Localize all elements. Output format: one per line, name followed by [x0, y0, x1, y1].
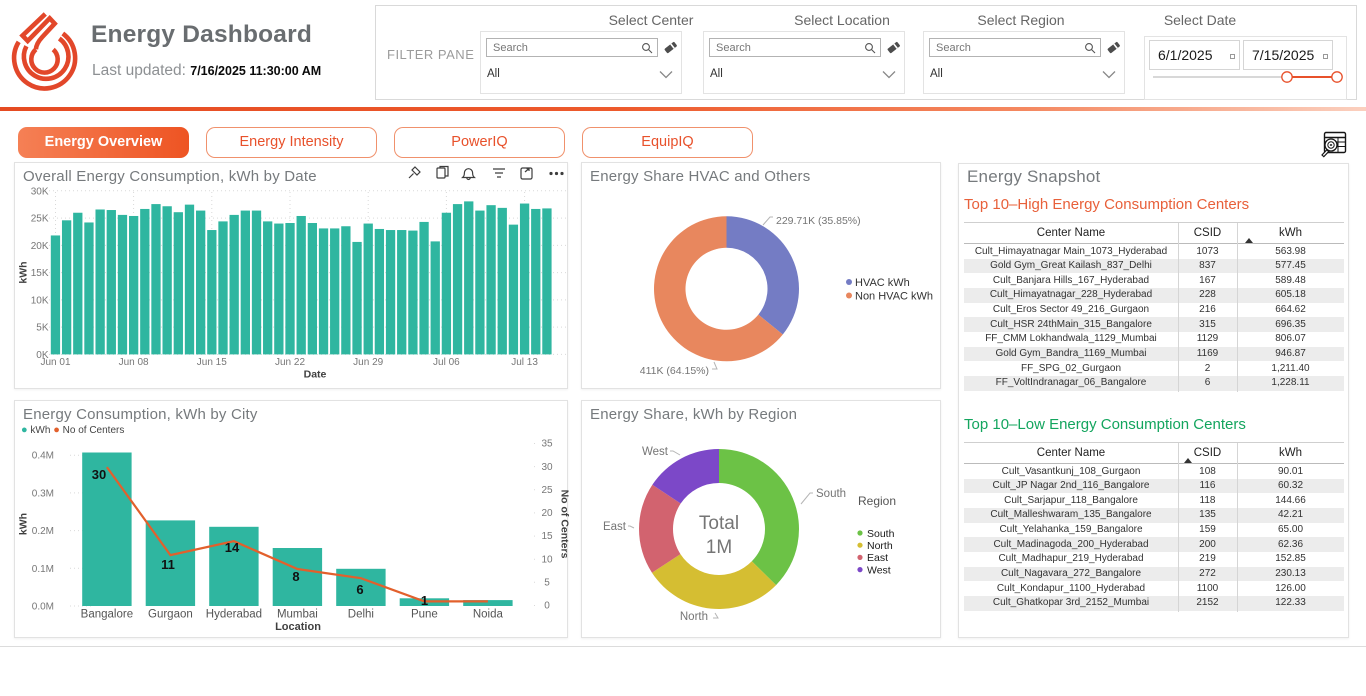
svg-text:Jun 29: Jun 29 [353, 357, 383, 368]
svg-text:30K: 30K [31, 186, 49, 197]
svg-text:6: 6 [356, 582, 363, 597]
svg-text:30: 30 [92, 467, 106, 482]
svg-text:30: 30 [541, 462, 553, 473]
svg-text:Gurgaon: Gurgaon [148, 609, 193, 621]
svg-text:Date: Date [304, 369, 327, 381]
svg-text:Total: Total [699, 513, 739, 534]
svg-text:North: North [680, 611, 708, 623]
svg-text:Pune: Pune [411, 609, 438, 621]
svg-text:Mumbai: Mumbai [277, 609, 318, 621]
svg-text:kWh: kWh [18, 513, 30, 535]
svg-text:West: West [867, 564, 891, 576]
svg-text:8: 8 [292, 569, 299, 584]
svg-text:kWh: kWh [18, 261, 30, 283]
svg-text:Jul 13: Jul 13 [511, 357, 538, 368]
svg-text:East: East [867, 552, 888, 564]
svg-text:Jun 15: Jun 15 [197, 357, 227, 368]
svg-text:South: South [816, 488, 846, 500]
svg-text:15: 15 [541, 531, 553, 542]
svg-text:HVAC kWh: HVAC kWh [855, 277, 910, 289]
svg-text:South: South [867, 528, 895, 540]
svg-text:West: West [642, 446, 669, 458]
svg-text:1M: 1M [706, 537, 732, 558]
svg-text:Noida: Noida [473, 609, 504, 621]
svg-text:Bangalore: Bangalore [81, 609, 133, 621]
svg-text:25K: 25K [31, 214, 49, 225]
svg-text:Jul 06: Jul 06 [433, 357, 460, 368]
svg-text:229.71K (35.85%): 229.71K (35.85%) [776, 215, 861, 227]
svg-text:11: 11 [161, 557, 175, 572]
svg-text:Hyderabad: Hyderabad [206, 609, 262, 621]
svg-text:Jun 22: Jun 22 [275, 357, 305, 368]
svg-text:14: 14 [225, 540, 240, 555]
svg-text:Delhi: Delhi [348, 609, 374, 621]
svg-text:20: 20 [541, 508, 553, 519]
svg-text:10K: 10K [31, 295, 49, 306]
svg-text:0.0M: 0.0M [32, 602, 54, 613]
svg-text:411K (64.15%): 411K (64.15%) [640, 365, 709, 377]
svg-text:North: North [867, 540, 893, 552]
svg-text:25: 25 [541, 485, 553, 496]
svg-text:0.3M: 0.3M [32, 488, 54, 499]
svg-text:10: 10 [541, 554, 553, 565]
svg-text:No of Centers: No of Centers [559, 490, 570, 559]
svg-text:35: 35 [541, 439, 553, 450]
svg-text:0.1M: 0.1M [32, 564, 54, 575]
svg-text:0: 0 [544, 601, 550, 612]
svg-text:5K: 5K [36, 323, 49, 334]
svg-text:Non HVAC kWh: Non HVAC kWh [855, 291, 933, 303]
svg-text:0.2M: 0.2M [32, 526, 54, 537]
svg-text:Jun 01: Jun 01 [40, 357, 70, 368]
svg-text:1: 1 [421, 593, 428, 608]
svg-text:East: East [603, 521, 627, 533]
svg-text:5: 5 [544, 578, 550, 589]
svg-text:Region: Region [858, 494, 896, 508]
svg-text:20K: 20K [31, 241, 49, 252]
svg-text:Location: Location [275, 621, 321, 633]
svg-text:Jun 08: Jun 08 [119, 357, 149, 368]
svg-text:15K: 15K [31, 268, 49, 279]
svg-text:0.4M: 0.4M [32, 451, 54, 462]
